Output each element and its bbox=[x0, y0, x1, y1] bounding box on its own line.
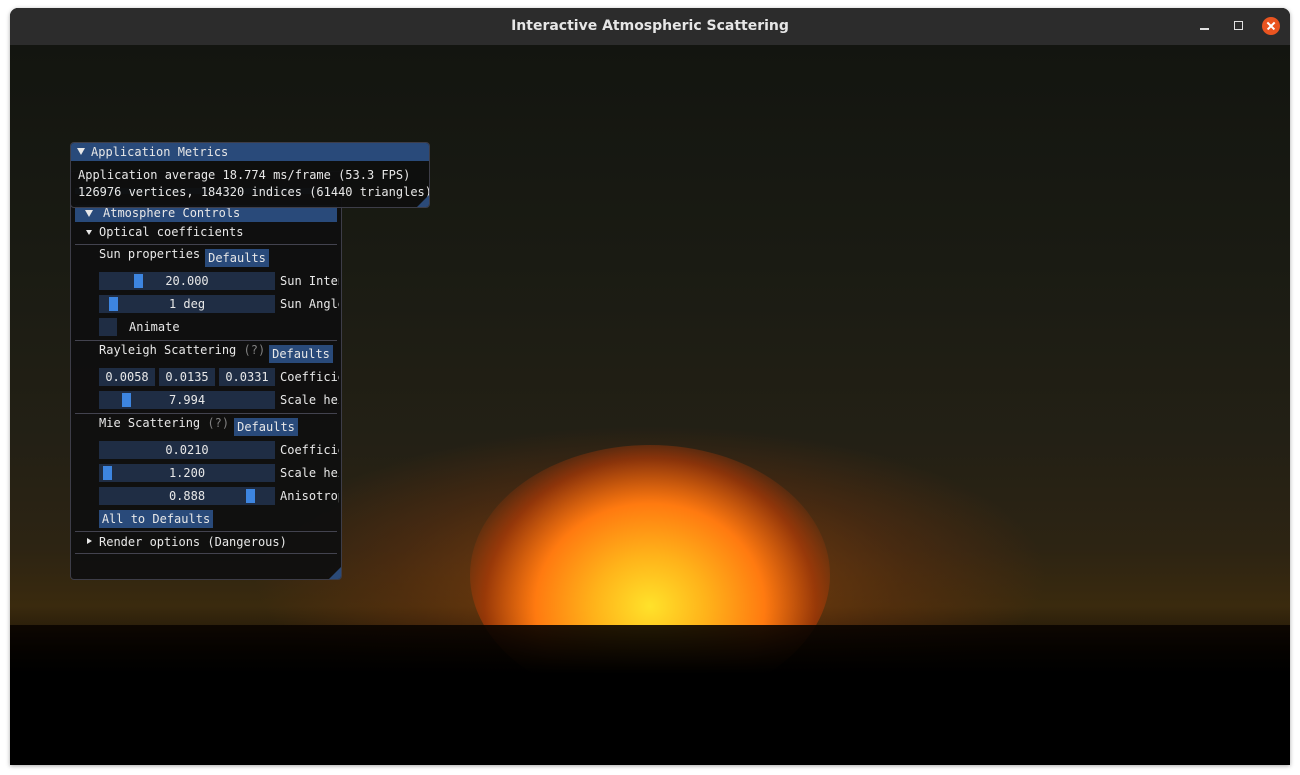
all-to-defaults-button[interactable]: All to Defaults bbox=[99, 510, 213, 528]
mie-anisotropy-slider[interactable]: 0.888 bbox=[99, 487, 275, 505]
optical-coefficients-node[interactable]: Optical coefficients bbox=[99, 225, 244, 239]
title-bar[interactable]: Interactive Atmospheric Scattering bbox=[10, 8, 1290, 46]
resize-grip[interactable] bbox=[329, 567, 341, 579]
input-value: 0.0135 bbox=[165, 370, 209, 384]
input-value: 0.0331 bbox=[225, 370, 269, 384]
rayleigh-label: Rayleigh Scattering (?) bbox=[99, 343, 265, 357]
render-options-arrow-icon[interactable] bbox=[87, 538, 92, 544]
slider-value: 0.888 bbox=[168, 489, 206, 503]
mie-scale-slider[interactable]: 1.200 bbox=[99, 464, 275, 482]
separator bbox=[75, 553, 337, 554]
mie-label: Mie Scattering (?) bbox=[99, 416, 229, 430]
separator bbox=[75, 244, 337, 245]
separator bbox=[75, 531, 337, 532]
rayleigh-help-marker[interactable]: (?) bbox=[244, 343, 266, 357]
separator bbox=[75, 340, 337, 341]
mie-anisotropy-label: Anisotropy bbox=[280, 489, 339, 503]
slider-value: 1 deg bbox=[168, 297, 206, 311]
sun-angle-slider[interactable]: 1 deg bbox=[99, 295, 275, 313]
atmosphere-controls-label: Atmosphere Controls bbox=[103, 206, 241, 220]
metrics-title-bar[interactable]: Application Metrics bbox=[71, 143, 429, 161]
rayleigh-title: Rayleigh Scattering bbox=[99, 343, 237, 357]
resize-grip[interactable] bbox=[417, 195, 429, 207]
slider-value: 20.000 bbox=[165, 274, 209, 288]
rayleigh-scale-slider[interactable]: 7.994 bbox=[99, 391, 275, 409]
sun-intensity-slider[interactable]: 20.000 bbox=[99, 272, 275, 290]
metrics-frame-time: Application average 18.774 ms/frame (53.… bbox=[78, 168, 411, 182]
rayleigh-coeff-r-input[interactable]: 0.0058 bbox=[99, 368, 155, 386]
sun-angle-label: Sun Angle bbox=[280, 297, 339, 311]
atmosphere-panel: Atmosphere Controls Optical coefficients… bbox=[70, 171, 342, 580]
metrics-title: Application Metrics bbox=[91, 145, 229, 159]
rayleigh-defaults-button[interactable]: Defaults bbox=[269, 345, 333, 363]
metrics-window: Application Metrics Application average … bbox=[70, 142, 430, 208]
input-value: 0.0058 bbox=[105, 370, 149, 384]
sun-intensity-label: Sun Intensity bbox=[280, 274, 339, 288]
slider-value: 1.200 bbox=[168, 466, 206, 480]
window-title: Interactive Atmospheric Scattering bbox=[511, 18, 789, 34]
app-window: Interactive Atmospheric Scattering Atmos… bbox=[10, 8, 1290, 765]
minimize-icon[interactable] bbox=[1196, 17, 1214, 35]
mie-title: Mie Scattering bbox=[99, 416, 201, 430]
optical-tree-arrow-icon[interactable] bbox=[86, 230, 92, 235]
mie-scale-label: Scale height bbox=[280, 466, 339, 480]
input-value: 0.0210 bbox=[165, 443, 209, 457]
rayleigh-scale-label: Scale height bbox=[280, 393, 339, 407]
animate-checkbox[interactable] bbox=[99, 318, 117, 336]
render-viewport[interactable]: Atmosphere Controls Optical coefficients… bbox=[10, 45, 1290, 765]
render-options-node[interactable]: Render options (Dangerous) bbox=[99, 535, 287, 549]
mie-coeff-input[interactable]: 0.0210 bbox=[99, 441, 275, 459]
mie-defaults-button[interactable]: Defaults bbox=[234, 418, 298, 436]
collapse-arrow-icon[interactable] bbox=[77, 148, 85, 155]
separator bbox=[75, 413, 337, 414]
metrics-geometry: 126976 vertices, 184320 indices (61440 t… bbox=[78, 185, 430, 199]
ground-horizon bbox=[10, 625, 1290, 765]
animate-label: Animate bbox=[129, 320, 180, 334]
rayleigh-coeff-g-input[interactable]: 0.0135 bbox=[159, 368, 215, 386]
mie-help-marker[interactable]: (?) bbox=[207, 416, 229, 430]
rayleigh-coefficients-label: Coefficients bbox=[280, 370, 339, 384]
close-icon[interactable] bbox=[1262, 17, 1280, 35]
maximize-icon[interactable] bbox=[1230, 17, 1248, 35]
mie-coefficient-label: Coefficient bbox=[280, 443, 339, 457]
sun-properties-label: Sun properties bbox=[99, 247, 201, 261]
slider-value: 7.994 bbox=[168, 393, 206, 407]
rayleigh-coeff-b-input[interactable]: 0.0331 bbox=[219, 368, 275, 386]
sun-defaults-button[interactable]: Defaults bbox=[205, 249, 269, 267]
collapse-arrow-icon bbox=[85, 210, 93, 217]
